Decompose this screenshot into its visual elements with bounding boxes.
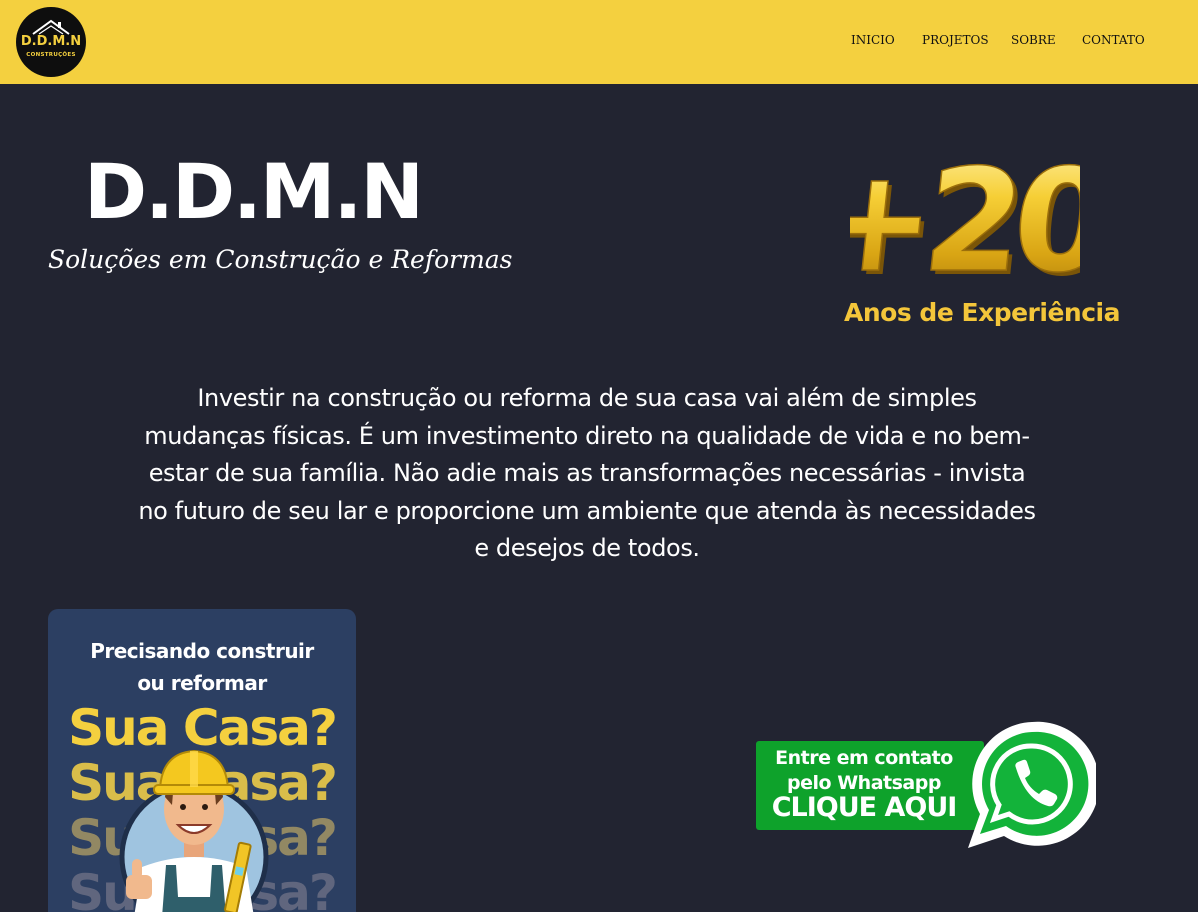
logo-subtitle: CONSTRUÇÕES (26, 52, 76, 58)
experience-label: Anos de Experiência (844, 298, 1120, 327)
nav-inicio[interactable]: INICIO (851, 33, 895, 47)
intro-paragraph: Investir na construção ou reforma de sua… (80, 380, 1094, 568)
nav-sobre[interactable]: SOBRE (1011, 33, 1056, 47)
whatsapp-cta-text: Entre em contato pelo Whatsapp (756, 746, 972, 796)
house-roof-icon (32, 19, 70, 35)
intro-line: e desejos de todos. (474, 534, 700, 562)
promo-banner[interactable]: Precisando construir ou reformar Sua Cas… (48, 609, 356, 912)
hero-title: D.D.M.N (84, 147, 424, 236)
whatsapp-cta-click: CLIQUE AQUI (771, 792, 958, 823)
svg-text:+20: +20 (850, 138, 1080, 288)
whatsapp-cta-box[interactable]: Entre em contato pelo Whatsapp CLIQUE AQ… (756, 741, 984, 830)
promo-question-line: Precisando construir (90, 639, 314, 663)
promo-question: Precisando construir ou reformar (48, 635, 356, 699)
hero-subtitle: Soluções em Construção e Reformas (48, 245, 513, 274)
nav-contato[interactable]: CONTATO (1082, 33, 1145, 47)
intro-line: mudanças físicas. É um investimento dire… (144, 421, 1030, 450)
whatsapp-icon[interactable] (962, 720, 1096, 850)
whatsapp-cta-line: Entre em contato (775, 747, 953, 769)
company-logo[interactable]: D.D.M.N CONSTRUÇÕES (16, 7, 86, 77)
logo-name: D.D.M.N (20, 34, 82, 49)
intro-line: estar de sua família. Não adie mais as t… (148, 459, 1026, 487)
construction-worker-illustration (119, 749, 269, 912)
intro-line: no futuro de seu lar e proporcione um am… (138, 496, 1036, 525)
whatsapp-contact-button[interactable]: Entre em contato pelo Whatsapp CLIQUE AQ… (756, 720, 1096, 850)
site-header: D.D.M.N CONSTRUÇÕES INICIO PROJETOS SOBR… (0, 0, 1198, 84)
nav-projetos[interactable]: PROJETOS (922, 33, 989, 47)
experience-badge: +20 +20 (850, 138, 1080, 288)
promo-question-line: ou reformar (137, 671, 267, 695)
intro-line: Investir na construção ou reforma de sua… (197, 384, 977, 412)
